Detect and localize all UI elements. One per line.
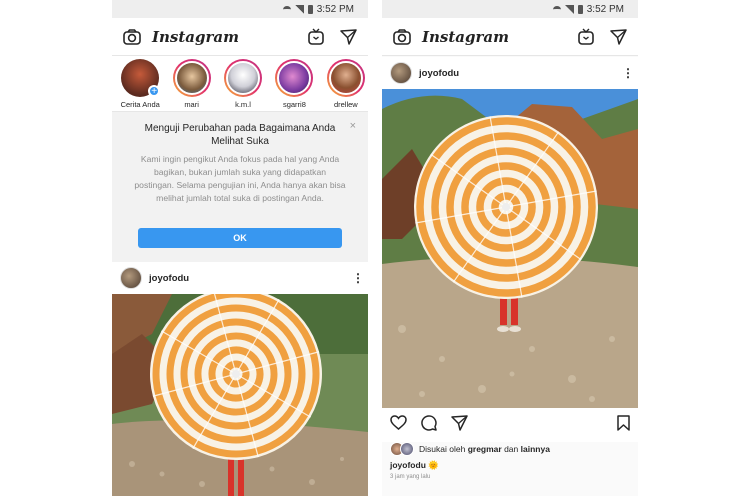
notice-body: Kami ingin pengikut Anda fokus pada hal … [134,154,346,203]
comment-icon[interactable] [421,414,437,436]
avatar [328,61,363,95]
close-icon[interactable]: × [350,120,356,132]
wifi-icon [552,5,561,13]
sun-emoji: 🌞 [428,460,439,470]
wifi-icon [282,5,291,13]
more-icon[interactable]: ⋮ [352,272,364,284]
avatar[interactable] [120,267,142,289]
battery-icon [307,4,313,14]
story-item[interactable]: sgarri8 [272,56,316,111]
story-label: Cerita Anda [120,100,160,109]
heart-icon[interactable] [390,415,407,435]
liked-by-prefix: Disukai oleh [419,444,466,454]
story-item[interactable]: k.m.l [221,56,265,111]
post-photo[interactable] [382,89,638,408]
camera-icon[interactable] [392,27,412,47]
story-label: mari [184,100,199,109]
post-username[interactable]: joyofodu [419,68,622,79]
post-actions [382,408,638,442]
post-timestamp: 3 jam yang lalu [390,474,431,480]
post-username[interactable]: joyofodu [149,273,352,284]
phone-screen-post: 3:52 PM Instagram joyofodu ⋮ Disukai ole… [382,0,638,496]
story-ring [224,59,263,97]
umbrella-photo-image [112,294,368,496]
story-label: drellew [333,100,358,109]
stories-tray: + Cerita Anda mari k.m.l sgarri8 drellew [112,56,368,112]
umbrella-photo-image [382,89,638,408]
phone-screen-feed-notice: 3:52 PM Instagram + Cerita Anda mari k.m… [112,0,368,496]
direct-send-icon[interactable] [338,27,358,47]
story-item[interactable]: drellew [324,56,368,111]
igtv-icon[interactable] [306,27,326,47]
app-logo: Instagram [422,27,509,46]
liked-by-others[interactable]: lainnya [521,444,550,454]
post-photo[interactable] [112,294,368,496]
likes-test-notice: × Menguji Perubahan pada Bagaimana Anda … [112,112,368,263]
camera-icon[interactable] [122,27,142,47]
direct-send-icon[interactable] [608,27,628,47]
story-own[interactable]: + Cerita Anda [118,56,162,111]
story-ring [326,59,365,97]
post-header: joyofodu ⋮ [382,57,638,89]
share-icon[interactable] [451,414,468,436]
igtv-icon[interactable] [576,27,596,47]
story-ring: + [121,59,161,97]
status-bar: 3:52 PM [112,0,368,18]
story-ring [275,59,314,97]
liked-by-line: Disukai oleh gregmar dan lainnya [390,442,550,456]
bookmark-icon[interactable] [617,414,630,436]
story-label: sgarri8 [282,100,306,109]
add-story-icon: + [148,85,161,97]
avatar [400,442,414,456]
status-bar: 3:52 PM [382,0,638,18]
status-time: 3:52 PM [316,3,354,15]
avatar [174,61,209,95]
avatar [226,61,261,95]
app-logo: Instagram [152,27,239,46]
post-caption: joyofodu 🌞 [390,460,439,471]
signal-icon [564,4,574,14]
avatar[interactable] [390,62,412,84]
caption-username[interactable]: joyofodu [390,460,426,470]
story-item[interactable]: mari [169,56,213,111]
app-header: Instagram [382,18,638,56]
signal-icon [294,4,304,14]
liked-by-user[interactable]: gregmar [468,444,502,454]
more-icon[interactable]: ⋮ [622,67,634,79]
story-ring [172,59,211,97]
notice-title: Menguji Perubahan pada Bagaimana Anda Me… [144,123,336,147]
avatar [277,61,312,95]
battery-icon [577,4,583,14]
app-header: Instagram [112,18,368,56]
story-label: k.m.l [235,100,251,109]
liked-by-joiner: dan [504,444,519,454]
post-header: joyofodu ⋮ [112,262,368,294]
ok-button[interactable]: OK [138,228,342,248]
status-time: 3:52 PM [586,3,624,15]
